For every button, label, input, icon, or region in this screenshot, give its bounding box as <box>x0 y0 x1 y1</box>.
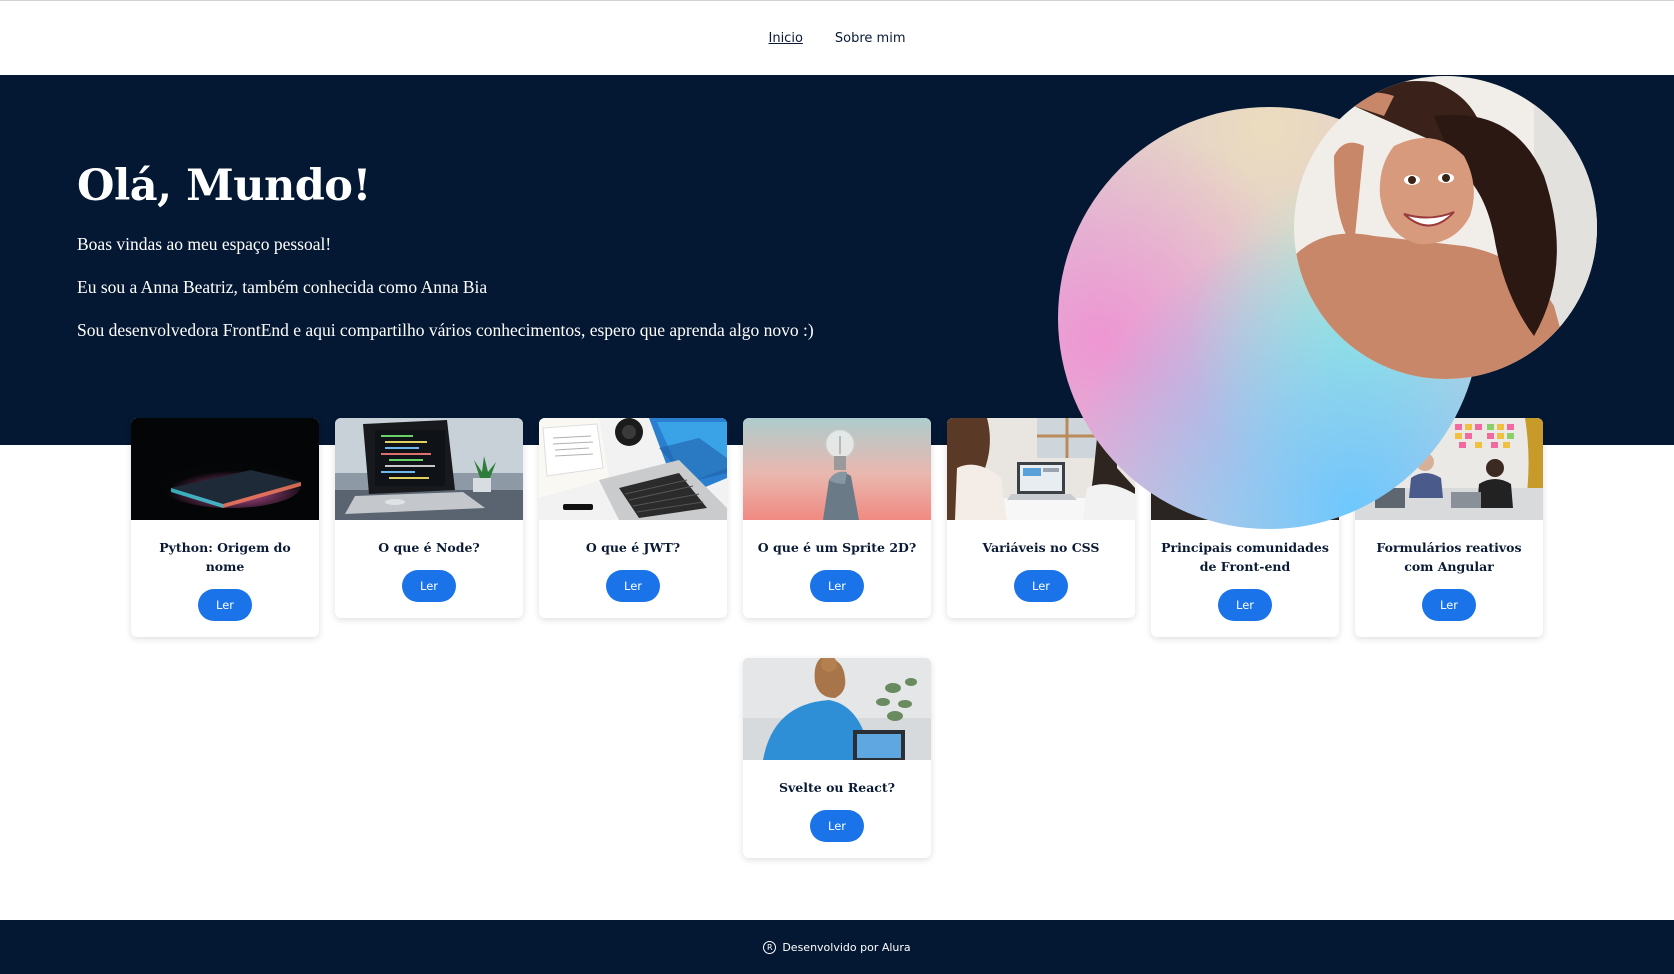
desk-laptop-icon <box>539 418 727 520</box>
profile-photo-image <box>1294 76 1597 379</box>
main-nav: Inicio Sobre mim <box>0 1 1674 75</box>
article-title: O que é JWT? <box>585 540 681 555</box>
read-button[interactable]: Ler <box>198 589 252 621</box>
profile-photo <box>1294 76 1597 379</box>
read-button[interactable]: Ler <box>402 570 456 602</box>
read-button[interactable]: Ler <box>1422 589 1476 621</box>
read-button[interactable]: Ler <box>810 810 864 842</box>
article-title: Svelte ou React? <box>779 780 895 795</box>
article-card: O que é Node? Ler <box>335 418 523 618</box>
read-button[interactable]: Ler <box>810 570 864 602</box>
nav-link-sobre-mim[interactable]: Sobre mim <box>835 31 906 46</box>
article-title: O que é um Sprite 2D? <box>757 540 917 555</box>
footer-credit-text: Desenvolvido por Alura <box>782 940 911 954</box>
article-title: O que é Node? <box>378 540 480 555</box>
hero-intro-text: Eu sou a Anna Beatriz, também conhecida … <box>77 277 488 297</box>
lightbulb-icon <box>743 418 931 520</box>
article-title: Python: Origem do nome <box>159 540 291 574</box>
laptop-dark-icon <box>131 418 319 520</box>
code-laptop-icon <box>335 418 523 520</box>
article-title: Variáveis no CSS <box>982 540 1100 555</box>
hero-welcome-text: Boas vindas ao meu espaço pessoal! <box>77 234 332 254</box>
hero-description-text: Sou desenvolvedora FrontEnd e aqui compa… <box>77 320 814 340</box>
article-card: Svelte ou React? Ler <box>743 658 931 858</box>
hero-title: Olá, Mundo! <box>77 161 371 211</box>
read-button[interactable]: Ler <box>1014 570 1068 602</box>
read-button[interactable]: Ler <box>1218 589 1272 621</box>
article-card: O que é um Sprite 2D? Ler <box>743 418 931 618</box>
site-footer: R Desenvolvido por Alura <box>0 920 1674 974</box>
article-title: Formulários reativos com Angular <box>1376 540 1522 574</box>
woman-laptop-icon <box>743 658 931 760</box>
article-card: Python: Origem do nome Ler <box>131 418 319 637</box>
article-title: Principais comunidades de Front-end <box>1161 540 1329 574</box>
article-card: O que é JWT? Ler <box>539 418 727 618</box>
registered-icon: R <box>763 940 777 954</box>
nav-link-inicio[interactable]: Inicio <box>769 31 803 46</box>
read-button[interactable]: Ler <box>606 570 660 602</box>
site-header: Inicio Sobre mim <box>0 1 1674 75</box>
